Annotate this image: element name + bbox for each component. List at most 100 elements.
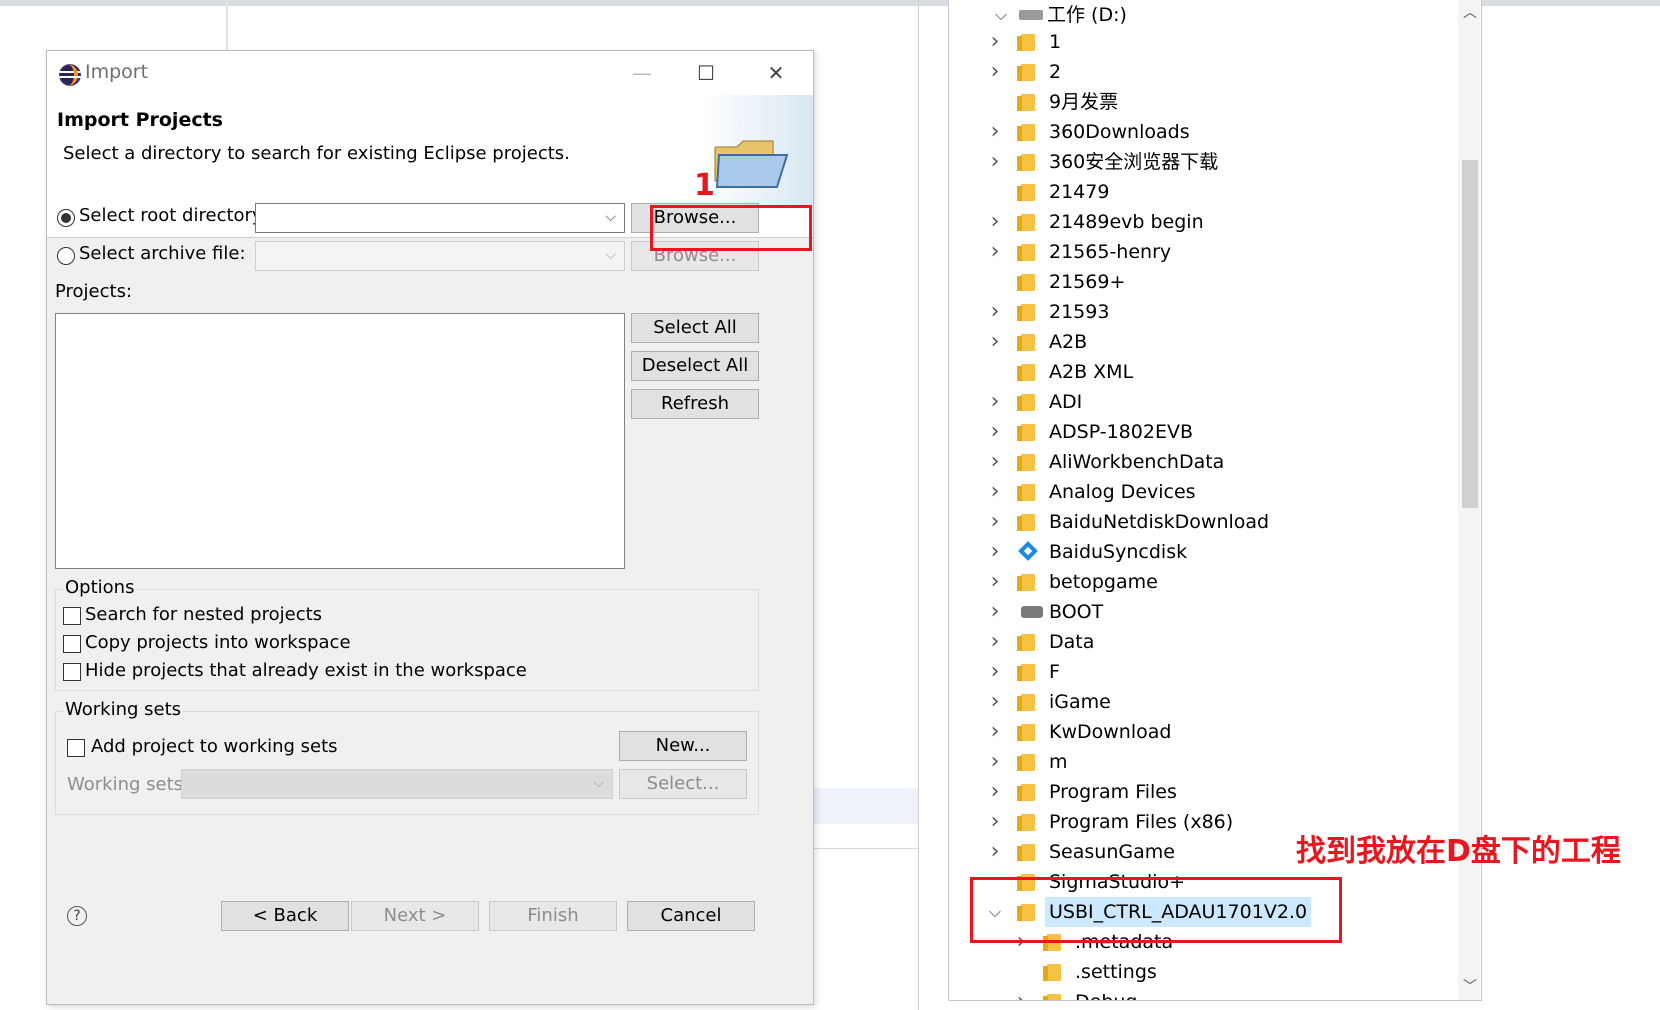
root-directory-radio[interactable] xyxy=(57,209,75,227)
tree-item[interactable]: 21479 xyxy=(949,177,1457,207)
chevron-down-icon[interactable]: ⌵ xyxy=(991,0,1011,30)
archive-file-combo[interactable]: ⌵ xyxy=(255,241,625,271)
add-working-sets-label: Add project to working sets xyxy=(91,736,338,757)
chevron-right-icon[interactable]: › xyxy=(985,117,1005,147)
folder-icon xyxy=(1017,574,1035,591)
tree-item[interactable]: › KwDownload xyxy=(949,717,1457,747)
tree-item[interactable]: › 21489evb begin xyxy=(949,207,1457,237)
select-working-sets-button[interactable]: Select... xyxy=(619,769,747,799)
select-all-button[interactable]: Select All xyxy=(631,313,759,343)
chevron-right-icon[interactable]: › xyxy=(985,147,1005,177)
panel-border xyxy=(918,0,919,1010)
tree-item-label: ADSP-1802EVB xyxy=(1049,421,1193,443)
tree-item[interactable]: › BOOT xyxy=(949,597,1457,627)
deselect-all-button[interactable]: Deselect All xyxy=(631,351,759,381)
background-line xyxy=(814,848,918,849)
tree-item[interactable]: 21569+ xyxy=(949,267,1457,297)
chevron-right-icon[interactable]: › xyxy=(985,837,1005,867)
archive-file-radio[interactable] xyxy=(57,247,75,265)
working-sets-label: Working sets: xyxy=(67,774,190,795)
tree-item[interactable]: › betopgame xyxy=(949,567,1457,597)
chevron-right-icon[interactable]: › xyxy=(1011,987,1031,1000)
tree-item[interactable]: › 21565-henry xyxy=(949,237,1457,267)
tree-item-label: 21479 xyxy=(1049,181,1110,203)
cancel-button[interactable]: Cancel xyxy=(627,901,755,931)
tree-item[interactable]: › Debug xyxy=(949,987,1457,1000)
tree-item-label: 21593 xyxy=(1049,301,1110,323)
scroll-up-icon[interactable]: ︿ xyxy=(1460,2,1480,22)
minimize-icon[interactable]: — xyxy=(609,51,675,95)
chevron-right-icon[interactable]: › xyxy=(985,807,1005,837)
new-working-set-button[interactable]: New... xyxy=(619,731,747,761)
chevron-right-icon[interactable]: › xyxy=(985,507,1005,537)
chevron-right-icon[interactable]: › xyxy=(985,417,1005,447)
tree-item[interactable]: › AliWorkbenchData xyxy=(949,447,1457,477)
background-divider xyxy=(226,0,228,50)
chevron-right-icon[interactable]: › xyxy=(985,687,1005,717)
chevron-right-icon[interactable]: › xyxy=(985,747,1005,777)
chevron-right-icon[interactable]: › xyxy=(985,207,1005,237)
open-folder-icon xyxy=(703,95,813,205)
tree-item[interactable]: › m xyxy=(949,747,1457,777)
tree-item[interactable]: › Program Files xyxy=(949,777,1457,807)
tree-item[interactable]: › 1 xyxy=(949,27,1457,57)
folder-icon xyxy=(1017,484,1035,501)
tree-item-label: Data xyxy=(1049,631,1095,653)
maximize-icon[interactable]: ☐ xyxy=(673,51,739,95)
tree-item[interactable]: › Data xyxy=(949,627,1457,657)
hide-projects-label: Hide projects that already exist in the … xyxy=(85,660,527,681)
tree-item[interactable]: › 21593 xyxy=(949,297,1457,327)
tree-item-label: Debug xyxy=(1071,987,1141,1000)
chevron-right-icon[interactable]: › xyxy=(985,57,1005,87)
chevron-right-icon[interactable]: › xyxy=(985,717,1005,747)
tree-item[interactable]: › 2 xyxy=(949,57,1457,87)
folder-icon xyxy=(1043,964,1061,981)
copy-projects-checkbox[interactable] xyxy=(63,635,81,653)
tree-item[interactable]: › Analog Devices xyxy=(949,477,1457,507)
working-sets-combo[interactable]: ⌵ xyxy=(181,769,613,799)
chevron-right-icon[interactable]: › xyxy=(985,237,1005,267)
chevron-right-icon[interactable]: › xyxy=(985,447,1005,477)
tree-item-label: Analog Devices xyxy=(1049,481,1196,503)
tree-item[interactable]: › 360Downloads xyxy=(949,117,1457,147)
tree-item[interactable]: 9月发票 xyxy=(949,87,1457,117)
help-icon[interactable]: ? xyxy=(67,906,87,926)
next-button[interactable]: Next > xyxy=(351,901,479,931)
chevron-right-icon[interactable]: › xyxy=(985,567,1005,597)
tree-item[interactable]: › iGame xyxy=(949,687,1457,717)
chevron-right-icon[interactable]: › xyxy=(985,477,1005,507)
tree-item[interactable]: › BaiduNetdiskDownload xyxy=(949,507,1457,537)
scroll-down-icon[interactable]: ﹀ xyxy=(1460,976,1480,996)
tree-item[interactable]: A2B XML xyxy=(949,357,1457,387)
hide-projects-checkbox[interactable] xyxy=(63,663,81,681)
folder-icon xyxy=(1017,844,1035,861)
tree-item[interactable]: › A2B xyxy=(949,327,1457,357)
scrollbar-thumb[interactable] xyxy=(1462,160,1478,508)
chevron-right-icon[interactable]: › xyxy=(985,27,1005,57)
close-icon[interactable]: ✕ xyxy=(743,51,809,95)
folder-icon xyxy=(1017,124,1035,141)
chevron-right-icon[interactable]: › xyxy=(985,777,1005,807)
projects-list[interactable] xyxy=(55,313,625,569)
root-directory-combo[interactable]: ⌵ xyxy=(255,203,625,233)
refresh-button[interactable]: Refresh xyxy=(631,389,759,419)
finish-button[interactable]: Finish xyxy=(489,901,617,931)
chevron-right-icon[interactable]: › xyxy=(985,327,1005,357)
chevron-right-icon[interactable]: › xyxy=(985,627,1005,657)
chevron-right-icon[interactable]: › xyxy=(985,297,1005,327)
tree-item[interactable]: › ADI xyxy=(949,387,1457,417)
add-working-sets-checkbox[interactable] xyxy=(67,739,85,757)
chevron-right-icon[interactable]: › xyxy=(985,657,1005,687)
chevron-right-icon[interactable]: › xyxy=(985,387,1005,417)
tree-item[interactable]: › BaiduSyncdisk xyxy=(949,537,1457,567)
tree-item[interactable]: .settings xyxy=(949,957,1457,987)
background-strip xyxy=(814,788,918,824)
tree-item[interactable]: › F xyxy=(949,657,1457,687)
tree-item[interactable]: › ADSP-1802EVB xyxy=(949,417,1457,447)
nested-projects-checkbox[interactable] xyxy=(63,607,81,625)
chevron-right-icon[interactable]: › xyxy=(985,597,1005,627)
folder-icon xyxy=(1017,664,1035,681)
tree-item[interactable]: › 360安全浏览器下载 xyxy=(949,147,1457,177)
back-button[interactable]: < Back xyxy=(221,901,349,931)
chevron-right-icon[interactable]: › xyxy=(985,537,1005,567)
